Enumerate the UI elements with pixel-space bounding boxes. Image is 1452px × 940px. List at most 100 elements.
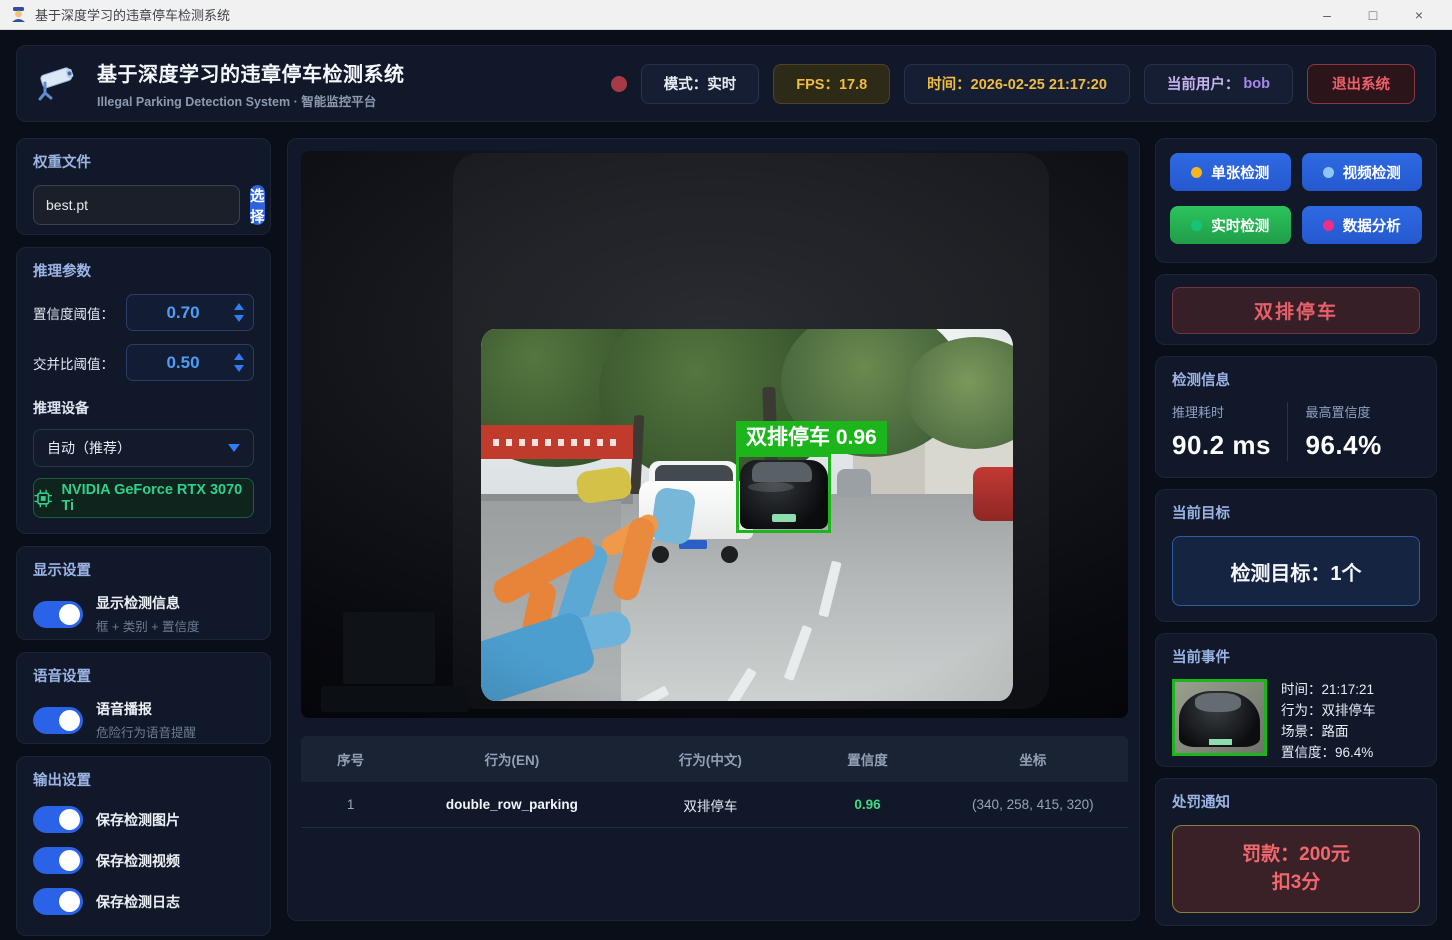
output-settings-title: 输出设置 xyxy=(33,773,91,789)
maximize-button[interactable]: □ xyxy=(1350,0,1396,29)
voice-settings-card: 语音设置 语音播报 危险行为语音提醒 xyxy=(16,652,271,744)
cell-behavior-cn: 双排停车 xyxy=(683,798,738,814)
close-button[interactable]: × xyxy=(1396,0,1442,29)
data-analysis-label: 数据分析 xyxy=(1342,218,1401,235)
iou-threshold-spinner[interactable]: 0.50 xyxy=(126,344,254,381)
tree-trunk xyxy=(762,386,781,544)
save-logs-label: 保存检测日志 xyxy=(96,893,180,910)
violation-alert: 双排停车 xyxy=(1172,287,1420,334)
video-detection-label: 视频检测 xyxy=(1342,165,1401,182)
iou-increase-arrow[interactable] xyxy=(234,353,244,360)
current-target-title: 当前目标 xyxy=(1172,506,1230,522)
lane-marking xyxy=(818,560,842,618)
skyblue-dot-icon xyxy=(1322,166,1334,178)
gpu-info-chip: NVIDIA GeForce RTX 3070 Ti xyxy=(33,478,254,518)
penalty-box: 罚款：200元 扣3分 xyxy=(1172,825,1420,913)
save-logs-toggle[interactable] xyxy=(33,888,83,915)
time-badge: 时间：2026-02-25 21:17:20 xyxy=(904,63,1130,104)
column-header-confidence: 置信度 xyxy=(847,753,888,768)
penalty-notice-card: 处罚通知 罚款：200元 扣3分 xyxy=(1155,778,1437,926)
confidence-threshold-spinner[interactable]: 0.70 xyxy=(126,294,254,331)
column-header-coords: 坐标 xyxy=(1019,753,1047,768)
shared-bike-blue xyxy=(481,609,598,701)
current-event-title: 当前事件 xyxy=(1172,650,1230,666)
video-display: 双排停车 0.96 xyxy=(301,151,1128,718)
tree xyxy=(781,329,963,457)
inference-params-card: 推理参数 置信度阈值： 0.70 交并比阈值： 0.50 推理设备 自动（推荐）… xyxy=(16,247,271,534)
show-detection-info-label: 显示检测信息 xyxy=(96,595,180,611)
street-scene: 双排停车 0.96 xyxy=(481,329,1013,701)
realtime-detection-button[interactable]: 实时检测 xyxy=(1170,206,1291,244)
recording-status-dot xyxy=(610,75,627,92)
realtime-detection-label: 实时检测 xyxy=(1211,218,1270,235)
video-detection-button[interactable]: 视频检测 xyxy=(1301,153,1422,191)
target-count-box: 检测目标：1个 xyxy=(1172,536,1420,606)
building xyxy=(481,384,671,456)
select-weight-button[interactable]: 选择 xyxy=(250,185,265,226)
event-thumbnail xyxy=(1172,679,1267,756)
thumbnail-car-plate xyxy=(1208,738,1232,746)
table-row[interactable]: 1 double_row_parking 双排停车 0.96 (340, 258… xyxy=(301,782,1128,828)
os-titlebar: 基于深度学习的违章停车检测系统 – □ × xyxy=(0,0,1452,30)
scooter-orange xyxy=(610,515,658,603)
mode-badge: 模式：实时 xyxy=(640,63,760,104)
inference-device-title: 推理设备 xyxy=(33,400,89,416)
main-panel: 双排停车 0.96 序号 行为(EN) 行为(中文) 置信度 坐标 1 doub… xyxy=(287,138,1140,921)
confidence-threshold-label: 置信度阈值： xyxy=(33,306,114,322)
white-suv xyxy=(639,449,753,563)
single-image-detection-button[interactable]: 单张检测 xyxy=(1170,153,1291,191)
event-confidence: 置信度：96.4% xyxy=(1281,745,1374,760)
column-header-behavior-cn: 行为(中文) xyxy=(678,753,742,768)
exit-system-button[interactable]: 退出系统 xyxy=(1307,63,1415,104)
red-banner xyxy=(481,425,633,459)
equipment-silhouette xyxy=(321,686,469,712)
save-images-toggle[interactable] xyxy=(33,806,83,833)
weight-file-card: 权重文件 选择 xyxy=(16,138,271,235)
save-videos-toggle[interactable] xyxy=(33,847,83,874)
output-settings-card: 输出设置 保存检测图片 保存检测视频 保存检测日志 xyxy=(16,756,271,936)
fps-badge: FPS：17.8 xyxy=(773,63,891,104)
tree xyxy=(481,329,667,467)
background-car xyxy=(837,469,871,497)
show-detection-info-toggle[interactable] xyxy=(33,600,83,628)
confidence-decrease-arrow[interactable] xyxy=(234,315,244,322)
cell-index: 1 xyxy=(346,797,355,812)
confidence-increase-arrow[interactable] xyxy=(234,303,244,310)
car-plate xyxy=(772,514,796,522)
data-analysis-button[interactable]: 数据分析 xyxy=(1301,206,1422,244)
iou-decrease-arrow[interactable] xyxy=(234,365,244,372)
sky xyxy=(481,329,1013,515)
suv-body xyxy=(639,481,753,539)
penalty-points: 扣3分 xyxy=(1271,872,1321,893)
toggle-knob xyxy=(59,709,80,731)
gpu-name: NVIDIA GeForce RTX 3070 Ti xyxy=(61,482,243,514)
thumbnail-car-windshield xyxy=(1194,693,1241,712)
scooter-yellow xyxy=(575,465,633,505)
device-dropdown[interactable]: 自动（推荐） xyxy=(33,429,254,467)
building xyxy=(853,387,925,497)
iou-threshold-label: 交并比阈值： xyxy=(33,356,114,372)
scooter-orange xyxy=(489,532,599,608)
car-body xyxy=(740,460,828,529)
weight-file-input[interactable] xyxy=(33,185,240,225)
detection-bounding-box xyxy=(736,454,831,533)
minimize-button[interactable]: – xyxy=(1304,0,1350,29)
gpu-chip-icon xyxy=(34,489,52,507)
iou-threshold-value: 0.50 xyxy=(166,352,200,372)
violation-alert-card: 双排停车 xyxy=(1155,274,1437,345)
banner-text xyxy=(493,438,621,446)
tree xyxy=(905,337,1013,449)
chevron-down-icon xyxy=(228,444,240,452)
display-settings-card: 显示设置 显示检测信息 框 + 类别 + 置信度 xyxy=(16,546,271,640)
scooter-blue xyxy=(536,609,634,659)
header-title-block: 基于深度学习的违章停车检测系统 Illegal Parking Detectio… xyxy=(97,58,405,110)
confidence-threshold-value: 0.70 xyxy=(166,302,200,322)
right-sidebar: 单张检测 视频检测 实时检测 数据分析 双排停车 检测信息 推理耗时 90.2 … xyxy=(1155,138,1437,926)
suv-roof xyxy=(649,461,739,491)
voice-broadcast-toggle[interactable] xyxy=(33,706,83,734)
green-dot-icon xyxy=(1191,219,1203,231)
column-header-behavior-en: 行为(EN) xyxy=(484,753,540,768)
column-header-index: 序号 xyxy=(337,753,365,768)
current-target-card: 当前目标 检测目标：1个 xyxy=(1155,489,1437,622)
equipment-silhouette xyxy=(343,612,435,684)
